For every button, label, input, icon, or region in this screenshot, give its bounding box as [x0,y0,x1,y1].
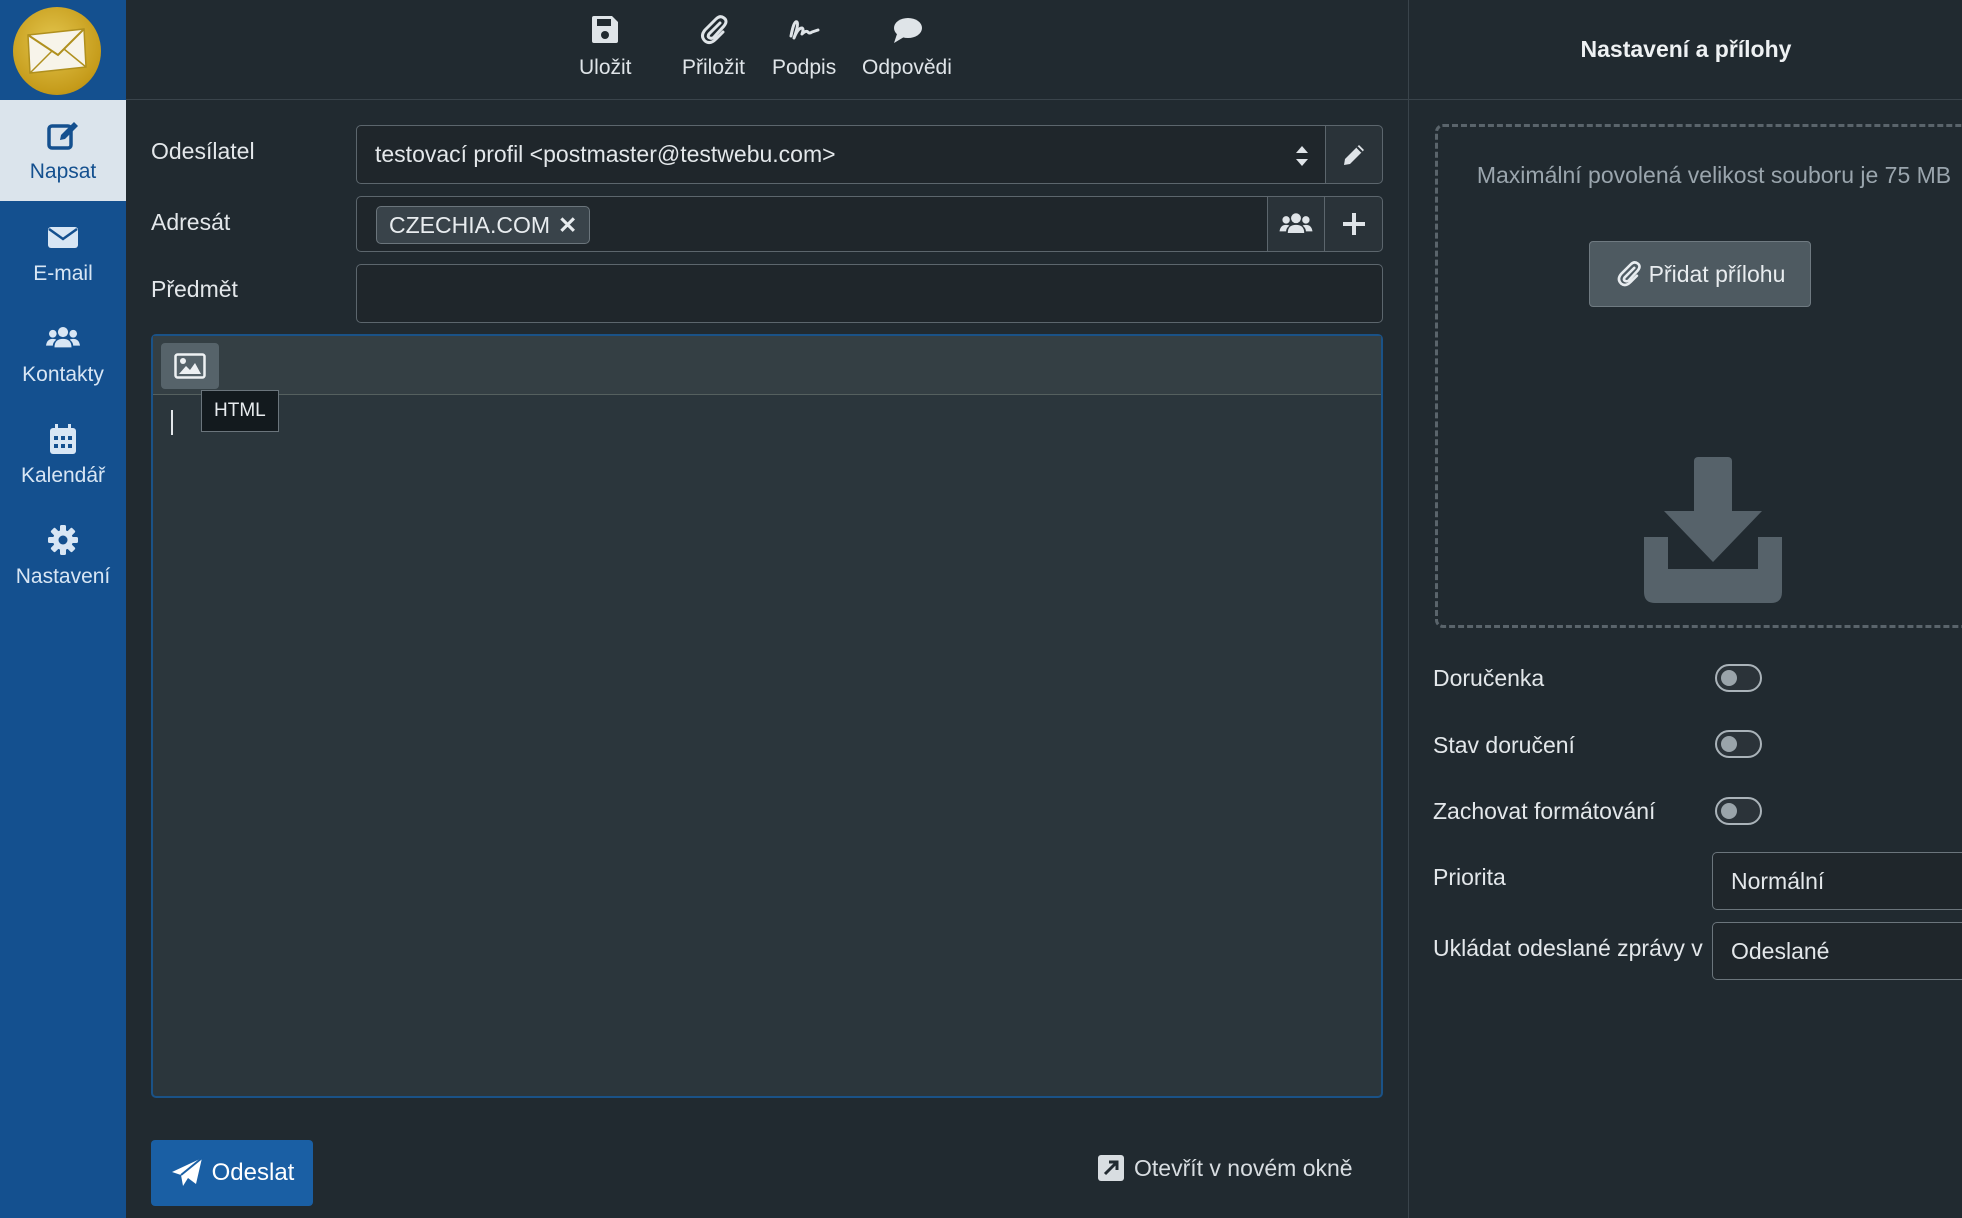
editor-mode-tooltip: HTML [201,390,279,432]
priority-select[interactable]: Normální [1712,852,1962,910]
save-sent-label: Ukládat odeslané zprávy v [1433,935,1703,961]
gear-icon [48,524,78,555]
edit-identity-button[interactable] [1325,125,1383,184]
compose-toolbar: Uložit Přiložit Podpis Odpovědi [126,0,1408,100]
keep-formatting-toggle[interactable] [1715,797,1762,825]
insert-image-button[interactable] [161,343,219,389]
responses-label: Odpovědi [862,56,952,79]
message-editor[interactable]: HTML [151,334,1383,1098]
floppy-disk-icon [592,16,619,43]
nav-item-label: E-mail [33,261,93,285]
signature-icon [789,20,820,40]
subject-label: Předmět [151,276,238,302]
nav-item-label: Nastavení [15,564,111,588]
priority-label: Priorita [1433,864,1506,890]
add-attachment-button[interactable]: Přidat přílohu [1589,241,1811,307]
main-nav: Napsat E-mail Kontakty Kalendář Nastaven… [0,0,126,1218]
add-attachment-label: Přidat přílohu [1648,260,1786,287]
external-link-icon [1098,1155,1124,1181]
sort-arrows-icon [1296,146,1308,166]
app-logo[interactable] [13,7,101,95]
save-button[interactable]: Uložit [579,14,632,80]
remove-recipient-icon[interactable]: ✕ [558,212,577,239]
receipt-label: Doručenka [1433,665,1545,691]
settings-panel: Nastavení a přílohy Maximální povolená v… [1408,0,1962,1218]
max-size-text: Maximální povolená velikost souboru je 7… [1476,162,1952,188]
from-label: Odesílatel [151,138,255,164]
priority-value: Normální [1731,867,1825,894]
nav-item-compose[interactable]: Napsat [0,100,126,201]
nav-item-contacts[interactable]: Kontakty [0,303,126,404]
from-value: testovací profil <postmaster@testwebu.co… [375,141,836,167]
paperclip-icon [700,15,727,45]
save-sent-folder-select[interactable]: Odeslané [1712,922,1962,980]
nav-item-label: Kontakty [22,362,104,386]
plus-icon [1342,213,1365,235]
nav-item-calendar[interactable]: Kalendář [0,404,126,505]
paperclip-icon [1617,261,1641,287]
attach-label: Přiložit [682,56,746,79]
calendar-icon [50,423,76,454]
attachment-dropzone[interactable]: Maximální povolená velikost souboru je 7… [1435,124,1962,628]
editor-toolbar [153,336,1381,395]
edit-icon [47,121,78,150]
speech-bubble-icon [893,18,922,43]
open-new-window-label: Otevřít v novém okně [1134,1154,1353,1181]
nav-item-label: Napsat [29,159,97,183]
signature-button[interactable]: Podpis [772,14,836,80]
save-sent-value: Odeslané [1731,937,1830,964]
pencil-icon [1344,144,1364,165]
paper-plane-icon [171,1157,203,1186]
image-icon [174,353,206,379]
keep-formatting-label: Zachovat formátování [1433,798,1656,824]
send-label: Odeslat [211,1159,295,1186]
mail-logo-icon [27,28,87,74]
nav-item-email[interactable]: E-mail [0,202,126,303]
responses-button[interactable]: Odpovědi [862,14,952,80]
nav-item-settings[interactable]: Nastavení [0,505,126,606]
recipient-tag: CZECHIA.COM ✕ [376,206,591,244]
signature-label: Podpis [772,56,837,79]
delivery-status-label: Stav doručení [1433,732,1575,758]
nav-item-label: Kalendář [20,463,106,487]
text-caret [171,410,173,435]
delivery-status-toggle[interactable] [1715,730,1762,758]
open-new-window-link[interactable]: Otevřít v novém okně [1096,1153,1353,1183]
to-label: Adresát [151,209,231,235]
subject-input[interactable] [356,264,1383,323]
users-icon [1279,213,1313,234]
users-icon [46,326,80,347]
save-label: Uložit [579,56,632,79]
envelope-icon [48,226,78,248]
recipient-tag-label: CZECHIA.COM [389,211,550,238]
download-icon [1644,457,1782,603]
panel-title: Nastavení a přílohy [1409,0,1962,100]
to-input[interactable]: CZECHIA.COM ✕ [356,196,1268,252]
address-book-button[interactable] [1267,196,1325,252]
receipt-toggle[interactable] [1715,664,1762,692]
from-select[interactable]: testovací profil <postmaster@testwebu.co… [356,125,1326,184]
send-button[interactable]: Odeslat [151,1140,313,1206]
add-recipient-button[interactable] [1324,196,1383,252]
attach-button[interactable]: Přiložit [682,14,745,80]
